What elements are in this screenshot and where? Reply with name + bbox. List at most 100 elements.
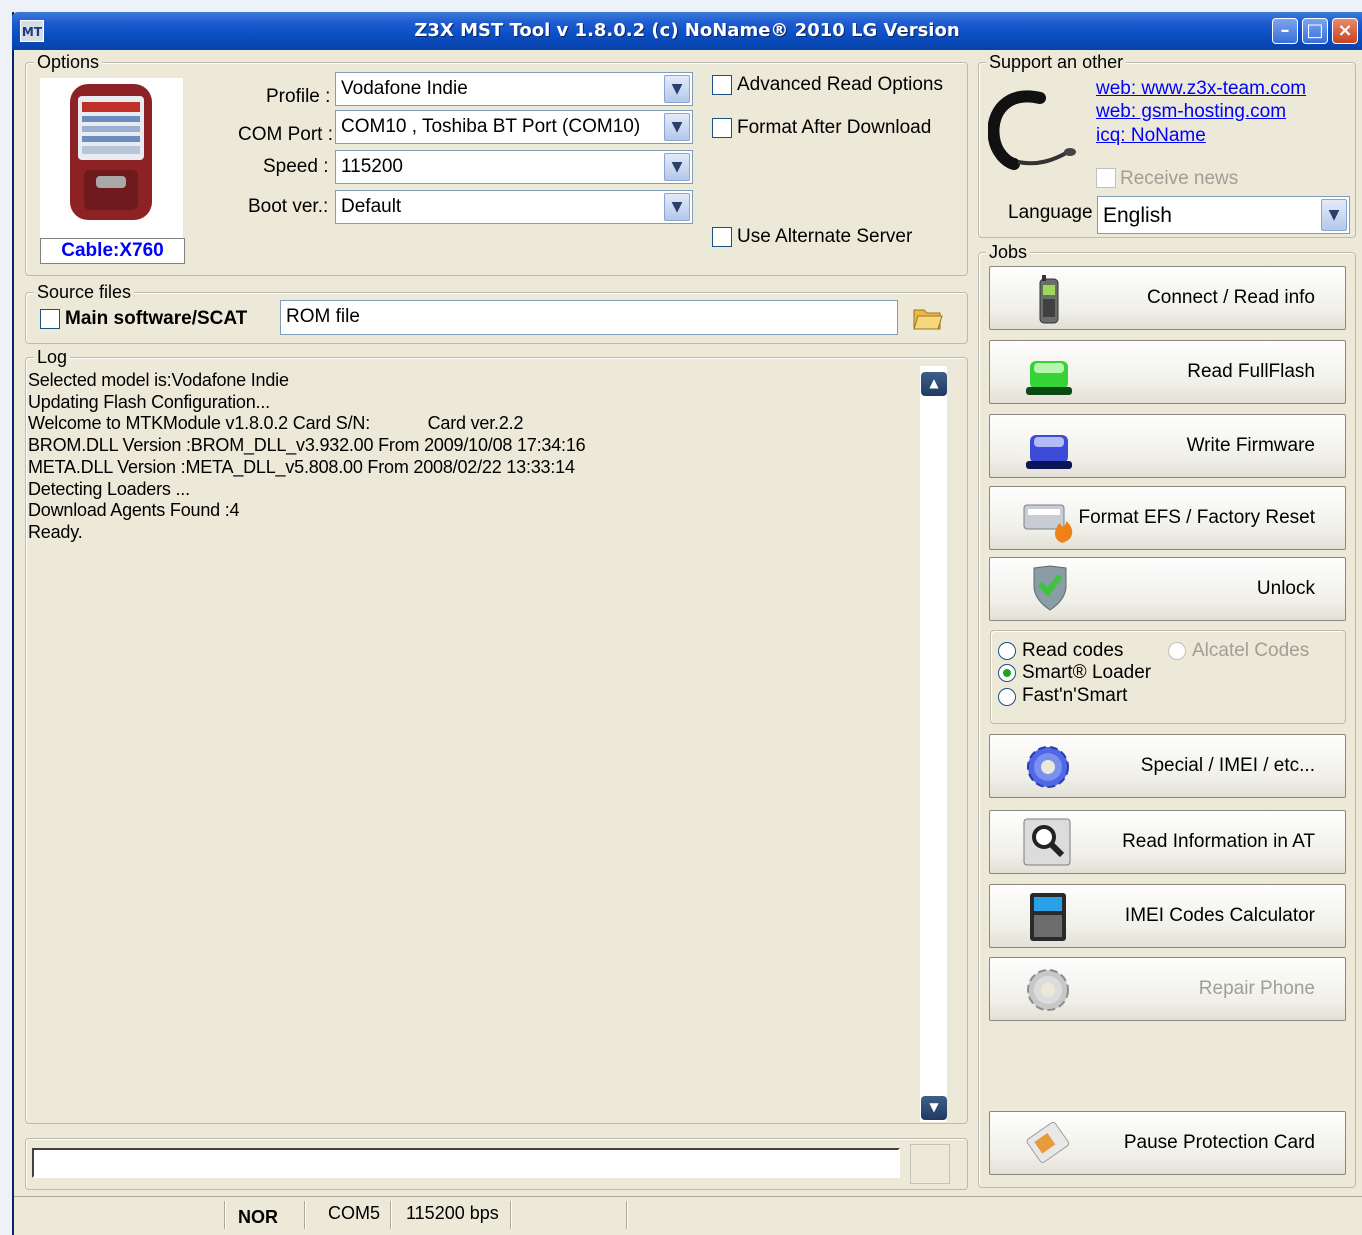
speed-select[interactable]: 115200 ▼ — [335, 150, 693, 184]
boot-ver-value: Default — [341, 196, 402, 217]
phone-icon — [1022, 273, 1076, 325]
minimize-button[interactable]: – — [1272, 18, 1298, 44]
receive-news-label: Receive news — [1120, 168, 1239, 189]
jobs-legend: Jobs — [986, 242, 1031, 263]
com-port-select[interactable]: COM10 , Toshiba BT Port (COM10) ▼ — [335, 110, 693, 144]
profile-select[interactable]: Vodafone Indie ▼ — [335, 72, 693, 106]
special-imei-button[interactable]: Special / IMEI / etc... — [989, 734, 1346, 798]
language-label: Language — [1008, 202, 1093, 223]
profile-value: Vodafone Indie — [341, 78, 468, 99]
source-files-legend: Source files — [34, 282, 135, 303]
repair-phone-button[interactable]: Repair Phone — [989, 957, 1346, 1021]
read-info-at-button[interactable]: Read Information in AT — [989, 810, 1346, 874]
gear-icon — [1022, 741, 1076, 793]
magnifier-icon — [1022, 817, 1076, 869]
pause-protection-card-button[interactable]: Pause Protection Card — [989, 1111, 1346, 1175]
connect-read-info-button[interactable]: Connect / Read info — [989, 266, 1346, 330]
fast-n-smart-radio[interactable] — [998, 688, 1016, 706]
read-codes-radio[interactable] — [998, 642, 1016, 660]
minimize-icon: – — [1280, 20, 1290, 41]
rom-file-value: ROM file — [286, 306, 360, 327]
status-bar: NOR COM5 115200 bps — [14, 1196, 1362, 1235]
log-output: Selected model is:Vodafone Indie Updatin… — [28, 370, 908, 544]
green-light-icon — [1022, 347, 1076, 399]
boot-ver-select[interactable]: Default ▼ — [335, 190, 693, 224]
options-legend: Options — [34, 52, 103, 73]
link-z3x-team[interactable]: web: www.z3x-team.com — [1096, 78, 1306, 100]
support-legend: Support an other — [986, 52, 1127, 73]
cable-label: Cable:X760 — [40, 238, 185, 264]
speed-value: 115200 — [341, 156, 403, 177]
chevron-down-icon[interactable]: ▼ — [664, 75, 690, 103]
log-line: Download Agents Found :4 — [28, 500, 240, 521]
progress-bar — [32, 1148, 900, 1178]
read-fullflash-button[interactable]: Read FullFlash — [989, 340, 1346, 404]
maximize-icon: □ — [1306, 20, 1324, 41]
write-firmware-label: Write Firmware — [1186, 435, 1315, 456]
sim-card-icon — [1022, 1118, 1076, 1170]
profile-label: Profile : — [266, 86, 331, 107]
receive-news-checkbox[interactable] — [1096, 168, 1116, 188]
scroll-up-icon[interactable]: ▲ — [921, 372, 947, 396]
advanced-read-checkbox[interactable] — [712, 75, 732, 95]
main-software-checkbox[interactable] — [40, 309, 60, 329]
status-separator — [304, 1201, 306, 1229]
unlock-label: Unlock — [1256, 578, 1315, 599]
status-mode: NOR — [238, 1207, 278, 1227]
unlock-button[interactable]: Unlock — [989, 557, 1346, 621]
window-title: Z3X MST Tool v 1.8.0.2 (c) NoName® 2010 … — [414, 20, 960, 41]
chevron-down-icon[interactable]: ▼ — [664, 113, 690, 141]
alcatel-codes-label: Alcatel Codes — [1192, 640, 1310, 661]
format-efs-button[interactable]: Format EFS / Factory Reset — [989, 486, 1346, 550]
title-bar[interactable]: MT Z3X MST Tool v 1.8.0.2 (c) NoName® 20… — [12, 12, 1362, 50]
chevron-down-icon[interactable]: ▼ — [664, 153, 690, 181]
main-software-label: Main software/SCAT — [65, 308, 248, 329]
language-value: English — [1103, 204, 1172, 227]
link-icq[interactable]: icq: NoName — [1096, 125, 1206, 147]
chevron-down-icon[interactable]: ▼ — [664, 193, 690, 221]
advanced-read-label: Advanced Read Options — [737, 74, 943, 95]
language-select[interactable]: English ▼ — [1097, 196, 1350, 234]
folder-open-icon[interactable] — [912, 304, 944, 332]
imei-calculator-button[interactable]: IMEI Codes Calculator — [989, 884, 1346, 948]
format-efs-label: Format EFS / Factory Reset — [1078, 507, 1316, 528]
repair-phone-label: Repair Phone — [1198, 978, 1315, 999]
progress-stop-button[interactable] — [910, 1144, 950, 1184]
status-port: COM5 — [328, 1203, 381, 1223]
close-button[interactable]: × — [1332, 18, 1358, 44]
read-codes-label: Read codes — [1022, 640, 1124, 661]
rom-file-field[interactable]: ROM file — [280, 300, 898, 335]
log-scrollbar[interactable] — [920, 366, 947, 1122]
read-info-at-label: Read Information in AT — [1122, 831, 1315, 852]
connect-label: Connect / Read info — [1147, 287, 1315, 308]
status-separator — [224, 1201, 226, 1229]
format-after-download-checkbox[interactable] — [712, 118, 732, 138]
alcatel-codes-radio[interactable] — [1168, 642, 1186, 660]
fast-n-smart-label: Fast'n'Smart — [1022, 685, 1128, 706]
chevron-down-icon[interactable]: ▼ — [1321, 199, 1347, 231]
maximize-button[interactable]: □ — [1302, 18, 1328, 44]
smart-loader-label: Smart® Loader — [1022, 662, 1152, 683]
boot-ver-label: Boot ver.: — [248, 196, 329, 217]
alternate-server-label: Use Alternate Server — [737, 226, 913, 247]
log-line: Detecting Loaders ... — [28, 478, 190, 499]
gear-disabled-icon — [1022, 964, 1076, 1016]
shield-check-icon — [1022, 564, 1076, 616]
blue-light-icon — [1022, 421, 1076, 473]
link-gsm-hosting[interactable]: web: gsm-hosting.com — [1096, 101, 1286, 123]
log-line: META.DLL Version :META_DLL_v5.808.00 Fro… — [28, 456, 575, 477]
smart-loader-radio[interactable] — [998, 664, 1016, 682]
close-icon: × — [1337, 20, 1353, 41]
phone-image — [40, 78, 183, 238]
format-fire-icon — [1022, 493, 1076, 545]
alternate-server-checkbox[interactable] — [712, 227, 732, 247]
status-baud: 115200 bps — [406, 1203, 499, 1223]
scroll-down-icon[interactable]: ▼ — [921, 1096, 947, 1120]
special-imei-label: Special / IMEI / etc... — [1140, 755, 1315, 776]
format-after-download-label: Format After Download — [737, 117, 932, 138]
log-line: Updating Flash Configuration... — [28, 391, 270, 412]
write-firmware-button[interactable]: Write Firmware — [989, 414, 1346, 478]
log-line: Welcome to MTKModule v1.8.0.2 Card S/N: … — [28, 413, 524, 434]
calculator-icon — [1022, 891, 1076, 943]
read-fullflash-label: Read FullFlash — [1187, 361, 1315, 382]
